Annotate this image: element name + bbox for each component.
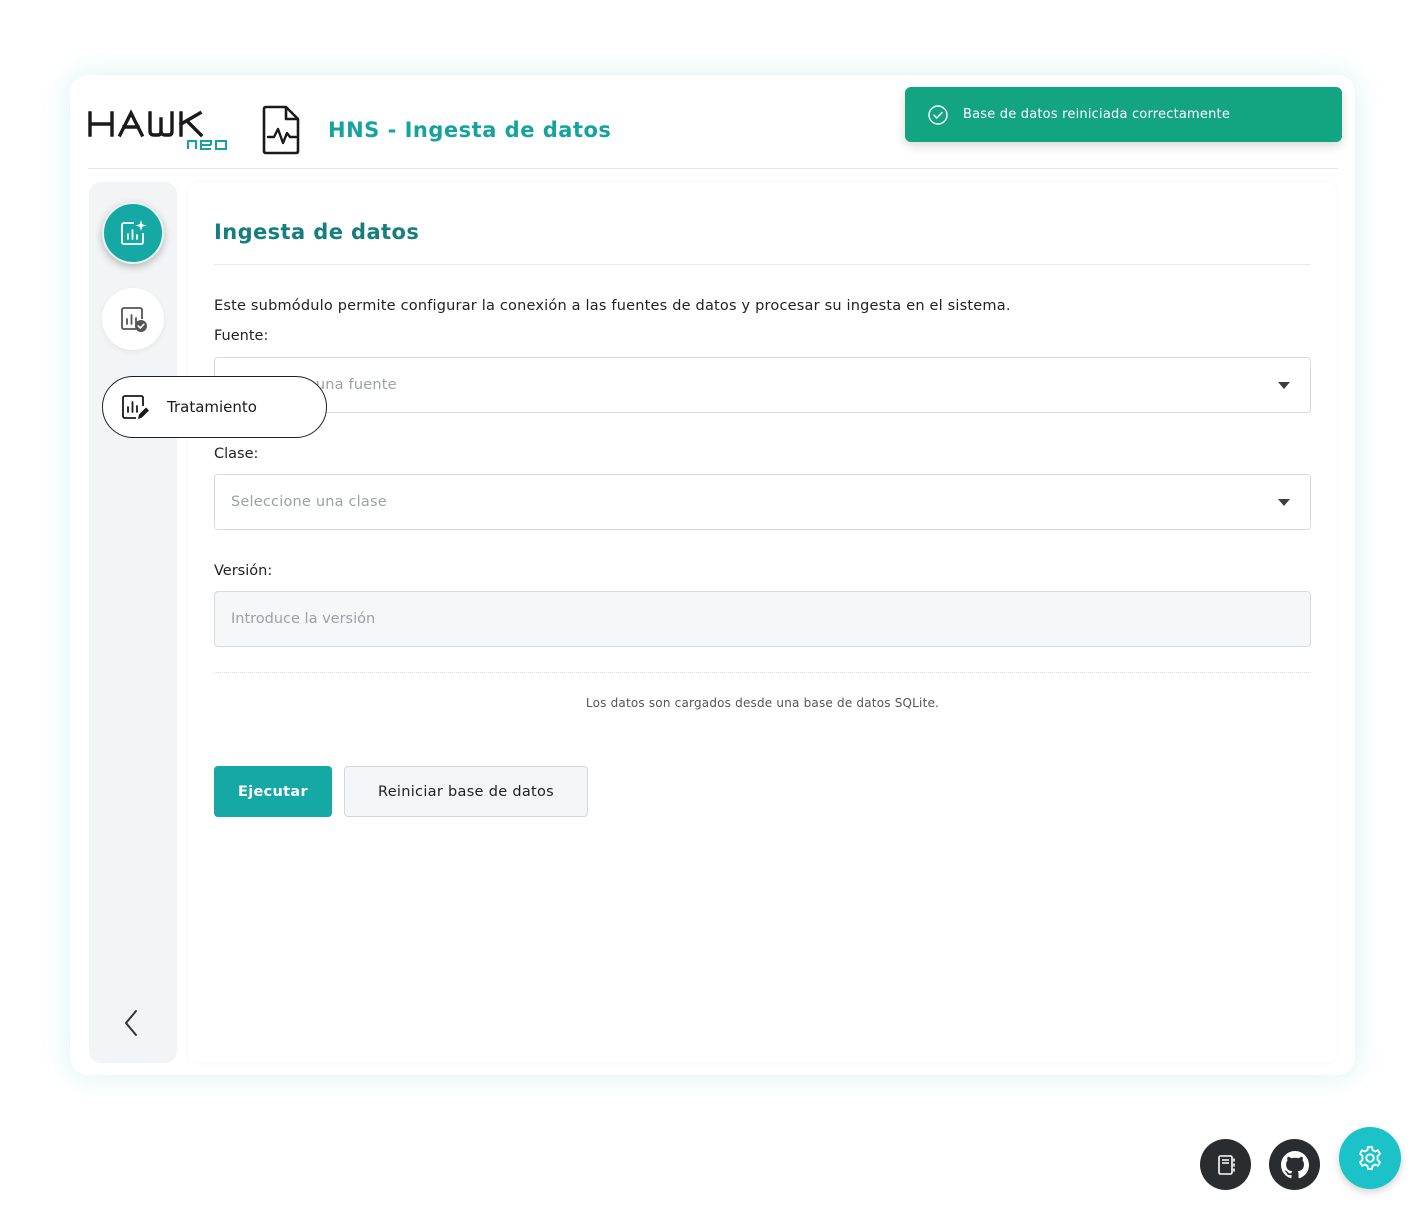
sidebar-item-ingesta[interactable] (102, 202, 164, 264)
sidebar-collapse-button[interactable] (119, 1008, 143, 1038)
toast-message: Base de datos reiniciada correctamente (963, 107, 1231, 122)
page-title: Ingesta de datos (214, 220, 420, 244)
sidebar-item-validacion[interactable] (102, 288, 164, 350)
clase-select[interactable]: Seleccione una clase (214, 474, 1311, 530)
settings-button[interactable] (1339, 1127, 1401, 1189)
fuente-label: Fuente: (214, 328, 269, 344)
document-pulse-icon (260, 103, 304, 157)
hawk-neo-logo (88, 107, 238, 151)
check-circle-icon (928, 104, 948, 125)
app-title: HNS - Ingesta de datos (328, 118, 612, 142)
notebook-button[interactable] (1200, 1139, 1251, 1190)
success-toast: Base de datos reiniciada correctamente (905, 87, 1342, 142)
caret-down-icon (1278, 382, 1290, 389)
app-card: HNS - Ingesta de datos Tratamiento Inges… (70, 75, 1355, 1075)
github-button[interactable] (1269, 1139, 1320, 1190)
main-panel: Ingesta de datos Este submódulo permite … (188, 182, 1336, 1063)
description-text: Este submódulo permite configurar la con… (214, 298, 1011, 314)
version-label: Versión: (214, 563, 273, 579)
clase-select-placeholder: Seleccione una clase (231, 494, 387, 510)
chevron-left-icon (125, 1010, 137, 1036)
notebook-icon (1217, 1154, 1235, 1175)
gear-icon (1359, 1145, 1381, 1171)
caret-down-icon (1278, 499, 1290, 506)
section-divider (214, 672, 1311, 673)
version-input[interactable] (214, 591, 1311, 647)
chart-edit-icon (122, 395, 149, 419)
run-button[interactable]: Ejecutar (214, 766, 332, 817)
fuente-select[interactable]: Seleccione una fuente (214, 357, 1311, 413)
reset-database-button[interactable]: Reiniciar base de datos (344, 766, 588, 817)
title-divider (214, 264, 1310, 265)
clase-label: Clase: (214, 446, 259, 462)
sidebar (89, 182, 177, 1063)
chart-check-icon (121, 307, 147, 332)
sqlite-note: Los datos son cargados desde una base de… (585, 696, 940, 710)
chart-sparkle-icon (121, 220, 147, 245)
sidebar-item-label: Tratamiento (167, 398, 257, 416)
github-icon (1280, 1150, 1309, 1178)
sidebar-item-tratamiento[interactable]: Tratamiento (102, 376, 327, 438)
